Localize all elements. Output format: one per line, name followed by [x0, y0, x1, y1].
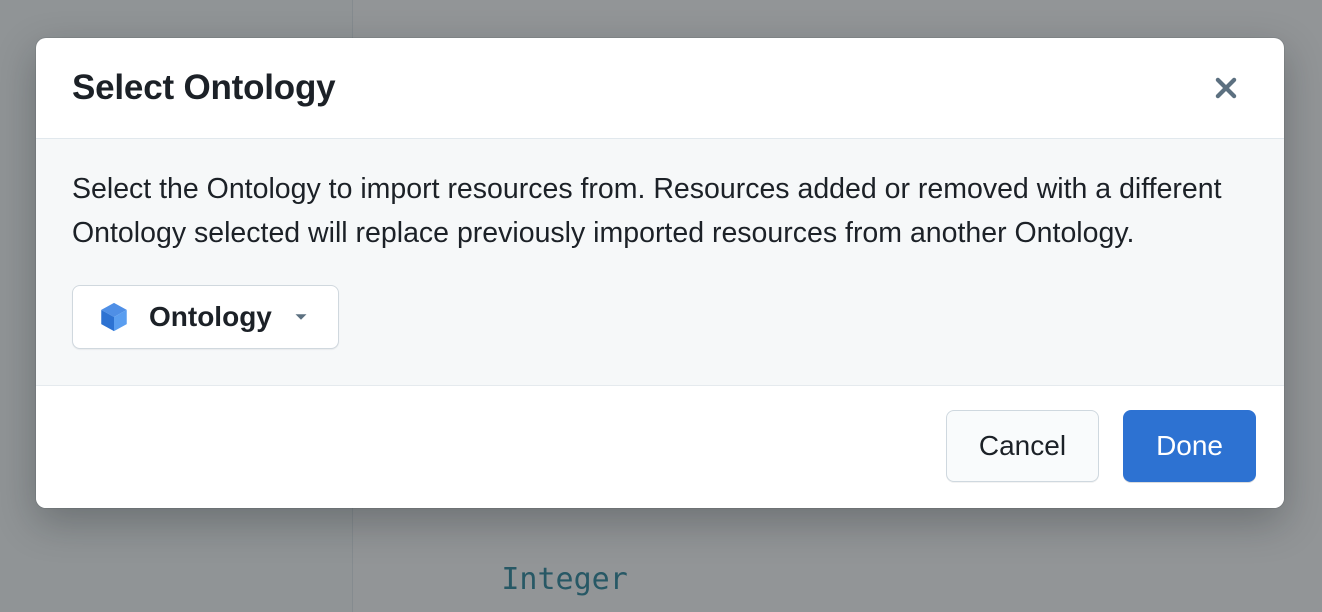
select-ontology-dialog: Select Ontology Select the Ontology to i…: [36, 38, 1284, 508]
ontology-selector[interactable]: Ontology: [72, 285, 339, 349]
dialog-body: Select the Ontology to import resources …: [36, 139, 1284, 386]
done-button[interactable]: Done: [1123, 410, 1256, 482]
cancel-button[interactable]: Cancel: [946, 410, 1099, 482]
dialog-title: Select Ontology: [72, 68, 335, 108]
chevron-down-icon: [290, 306, 312, 328]
dialog-description: Select the Ontology to import resources …: [72, 167, 1247, 255]
close-button[interactable]: [1204, 66, 1248, 110]
ontology-selector-label: Ontology: [149, 301, 272, 333]
dialog-header: Select Ontology: [36, 38, 1284, 139]
dialog-footer: Cancel Done: [36, 386, 1284, 508]
close-icon: [1213, 75, 1239, 101]
cube-icon: [97, 300, 131, 334]
